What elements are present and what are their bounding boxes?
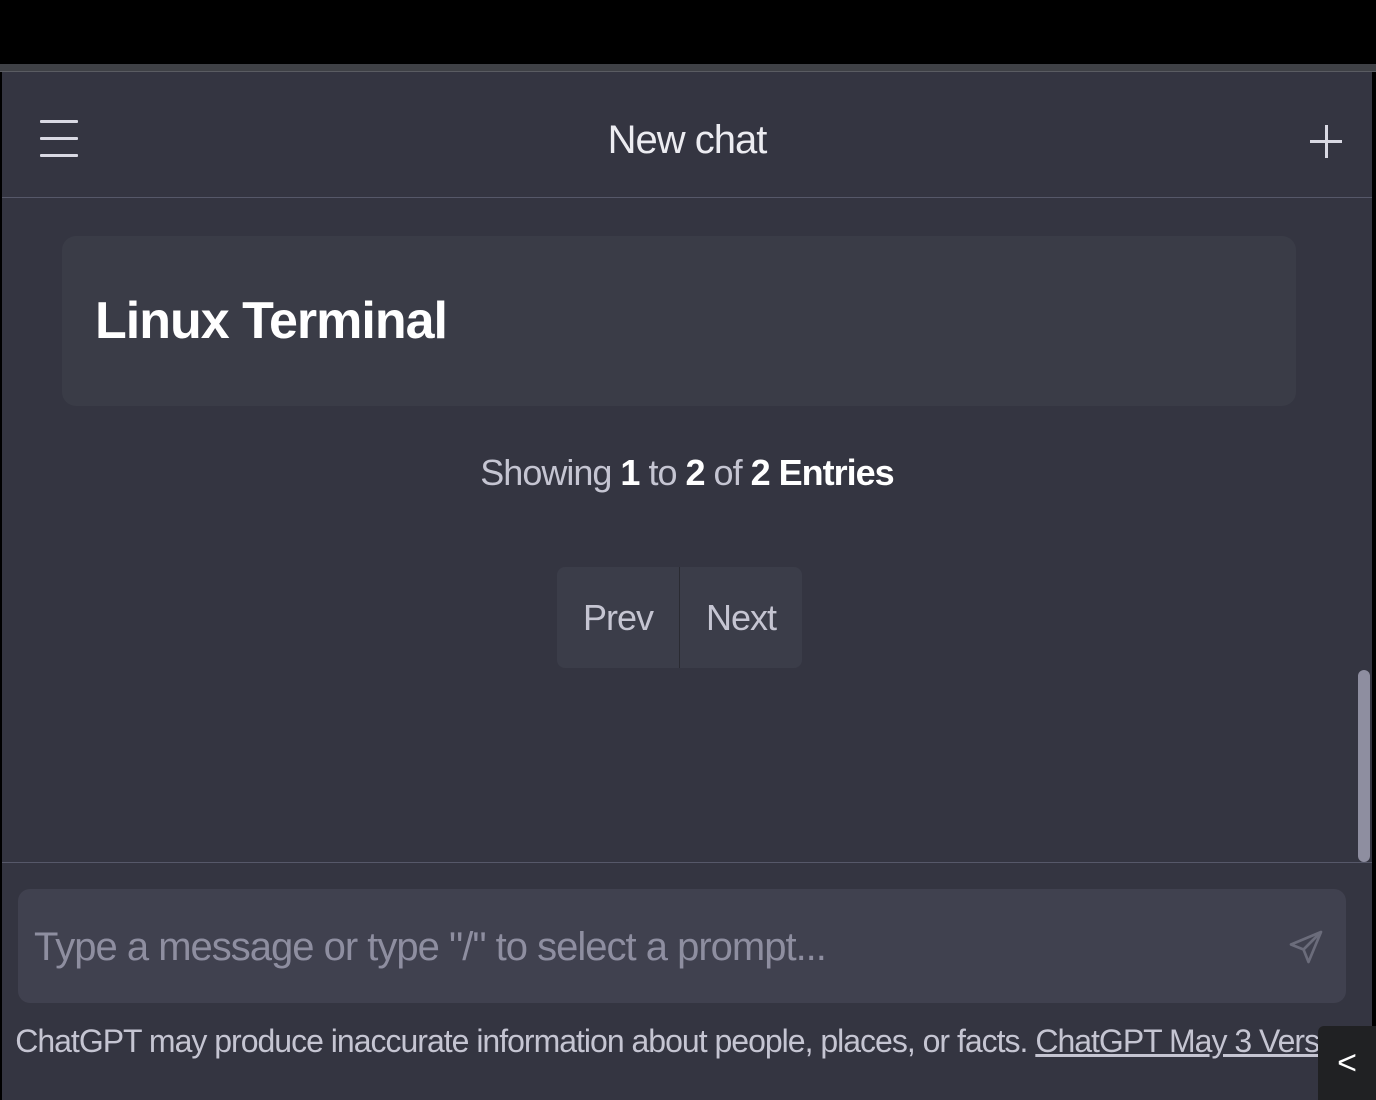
pagination-controls: Prev Next — [557, 567, 802, 668]
of-label: of — [713, 452, 743, 493]
window-frame-border — [0, 64, 1376, 72]
total-count: 2 — [750, 452, 771, 493]
entries-label: Entries — [778, 452, 895, 493]
composer-area: ChatGPT may produce inaccurate informati… — [2, 862, 1372, 1100]
chat-app: New chat Linux Terminal Showing 1 to 2 o… — [2, 72, 1372, 1100]
to-label: to — [648, 452, 677, 493]
message-input-box — [18, 889, 1346, 1005]
showing-label: Showing — [480, 452, 612, 493]
paper-plane-send-icon[interactable] — [1286, 927, 1326, 967]
next-button[interactable]: Next — [679, 567, 802, 668]
plus-icon[interactable] — [1310, 120, 1344, 164]
prompt-card-title: Linux Terminal — [95, 292, 448, 350]
prompt-card[interactable]: Linux Terminal — [62, 236, 1296, 406]
message-input[interactable] — [32, 889, 1276, 1005]
range-end: 2 — [685, 452, 706, 493]
prev-button[interactable]: Prev — [557, 567, 679, 668]
disclaimer: ChatGPT may produce inaccurate informati… — [2, 1023, 1372, 1060]
chevron-left-icon[interactable]: < — [1318, 1026, 1376, 1100]
range-start: 1 — [620, 452, 640, 493]
chat-header: New chat — [2, 72, 1372, 198]
window-top-bar — [0, 0, 1376, 64]
scrollbar-thumb[interactable] — [1358, 670, 1370, 862]
chat-title: New chat — [607, 118, 768, 162]
disclaimer-text: ChatGPT may produce inaccurate informati… — [15, 1023, 1028, 1059]
version-link[interactable]: ChatGPT May 3 Version — [1035, 1023, 1359, 1059]
pagination-summary: Showing 1 to 2 of 2 Entries — [2, 452, 1372, 494]
